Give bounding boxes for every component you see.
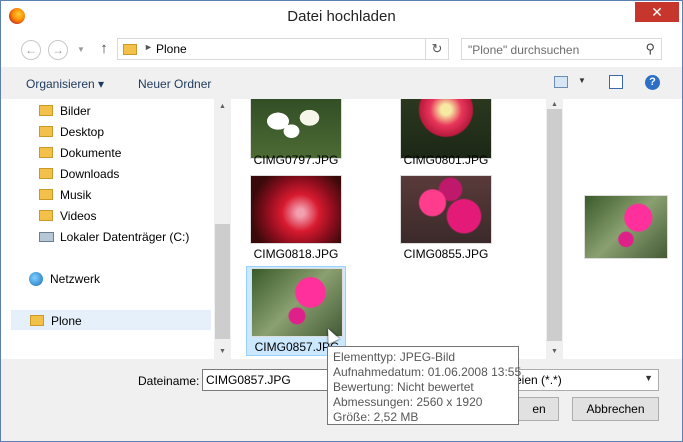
network-icon	[29, 272, 43, 286]
file-upload-dialog: Datei hochladen ✕ ← → ▼ ↑ ► Plone ↻ ⚲ Or…	[0, 0, 683, 442]
folder-icon	[123, 44, 137, 55]
tooltip-rating: Bewertung: Nicht bewertet	[333, 380, 474, 394]
image-thumbnail	[251, 176, 341, 243]
command-bar: Organisieren ▾ Neuer Ordner ▼ ?	[1, 67, 682, 100]
preview-pane-icon[interactable]	[609, 75, 623, 89]
refresh-button[interactable]: ↻	[425, 39, 448, 59]
preview-pane	[563, 99, 682, 359]
help-icon[interactable]: ?	[645, 75, 660, 90]
up-button[interactable]: ↑	[95, 40, 113, 58]
organize-menu[interactable]: Organisieren ▾	[26, 77, 104, 91]
search-icon[interactable]: ⚲	[645, 41, 655, 57]
scrollbar-thumb[interactable]	[215, 224, 230, 339]
image-thumbnail	[252, 269, 342, 336]
file-tooltip: Elementtyp: JPEG-Bild Aufnahmedatum: 01.…	[327, 346, 522, 425]
navigation-bar: ← → ▼ ↑ ► Plone ↻ ⚲	[1, 32, 682, 67]
title-bar: Datei hochladen ✕	[1, 1, 682, 32]
cancel-button[interactable]: Abbrechen	[572, 397, 659, 421]
chevron-down-icon: ▼	[644, 373, 653, 383]
image-thumbnail	[401, 99, 491, 158]
file-item[interactable]: CIMG0801.JPG	[396, 99, 496, 167]
breadcrumb[interactable]: Plone	[156, 42, 187, 56]
file-list-scrollbar[interactable]: ▲ ▼	[546, 99, 563, 359]
filename-label: Dateiname:	[138, 374, 200, 388]
new-folder-button[interactable]: Neuer Ordner	[138, 77, 211, 91]
image-thumbnail	[401, 176, 491, 243]
navigation-scrollbar[interactable]: ▲ ▼	[214, 99, 231, 359]
navigation-pane: Bilder Desktop Dokumente Downloads Musik…	[1, 99, 214, 359]
preview-image	[585, 196, 667, 258]
file-list: CIMG0797.JPG CIMG0801.JPG CIMG0818.JPG C…	[231, 99, 546, 359]
back-button[interactable]: ←	[21, 40, 41, 60]
tooltip-dimensions: Abmessungen: 2560 x 1920	[333, 395, 483, 409]
forward-button[interactable]: →	[48, 40, 68, 60]
view-options-arrow[interactable]: ▼	[578, 76, 586, 85]
change-view-icon[interactable]	[554, 76, 568, 88]
search-input[interactable]	[466, 41, 640, 59]
file-item[interactable]: CIMG0797.JPG	[246, 99, 346, 167]
tooltip-type: Elementtyp: JPEG-Bild	[333, 350, 456, 364]
recent-locations-arrow[interactable]: ▼	[71, 40, 91, 60]
file-type-select[interactable]: eien (*.*) ▼	[509, 369, 659, 391]
folder-icon	[39, 210, 53, 221]
drive-icon	[39, 232, 54, 242]
file-type-value: eien (*.*)	[515, 373, 562, 387]
folder-icon	[39, 105, 53, 116]
scroll-up-arrow[interactable]: ▲	[214, 103, 231, 110]
tooltip-date: Aufnahmedatum: 01.06.2008 13:55	[333, 365, 522, 379]
scroll-down-arrow[interactable]: ▼	[546, 348, 563, 355]
folder-icon	[39, 189, 53, 200]
folder-icon	[30, 315, 44, 326]
scroll-up-arrow[interactable]: ▲	[546, 101, 563, 108]
filename-field[interactable]	[202, 369, 332, 391]
scrollbar-thumb[interactable]	[547, 109, 562, 341]
address-bar[interactable]: ► Plone ↻	[117, 38, 449, 60]
file-item[interactable]: CIMG0818.JPG	[246, 174, 346, 264]
folder-icon	[39, 126, 53, 137]
file-item[interactable]: CIMG0855.JPG	[396, 174, 496, 264]
tooltip-size: Größe: 2,52 MB	[333, 410, 419, 424]
scroll-down-arrow[interactable]: ▼	[214, 348, 231, 355]
folder-icon	[39, 147, 53, 158]
folder-icon	[39, 168, 53, 179]
search-box[interactable]: ⚲	[461, 38, 662, 60]
window-title: Datei hochladen	[287, 8, 396, 25]
chevron-right-icon[interactable]: ►	[144, 42, 153, 52]
image-thumbnail	[251, 99, 341, 158]
sidebar-item-plone[interactable]: Plone	[11, 310, 211, 330]
close-button[interactable]: ✕	[635, 2, 679, 22]
